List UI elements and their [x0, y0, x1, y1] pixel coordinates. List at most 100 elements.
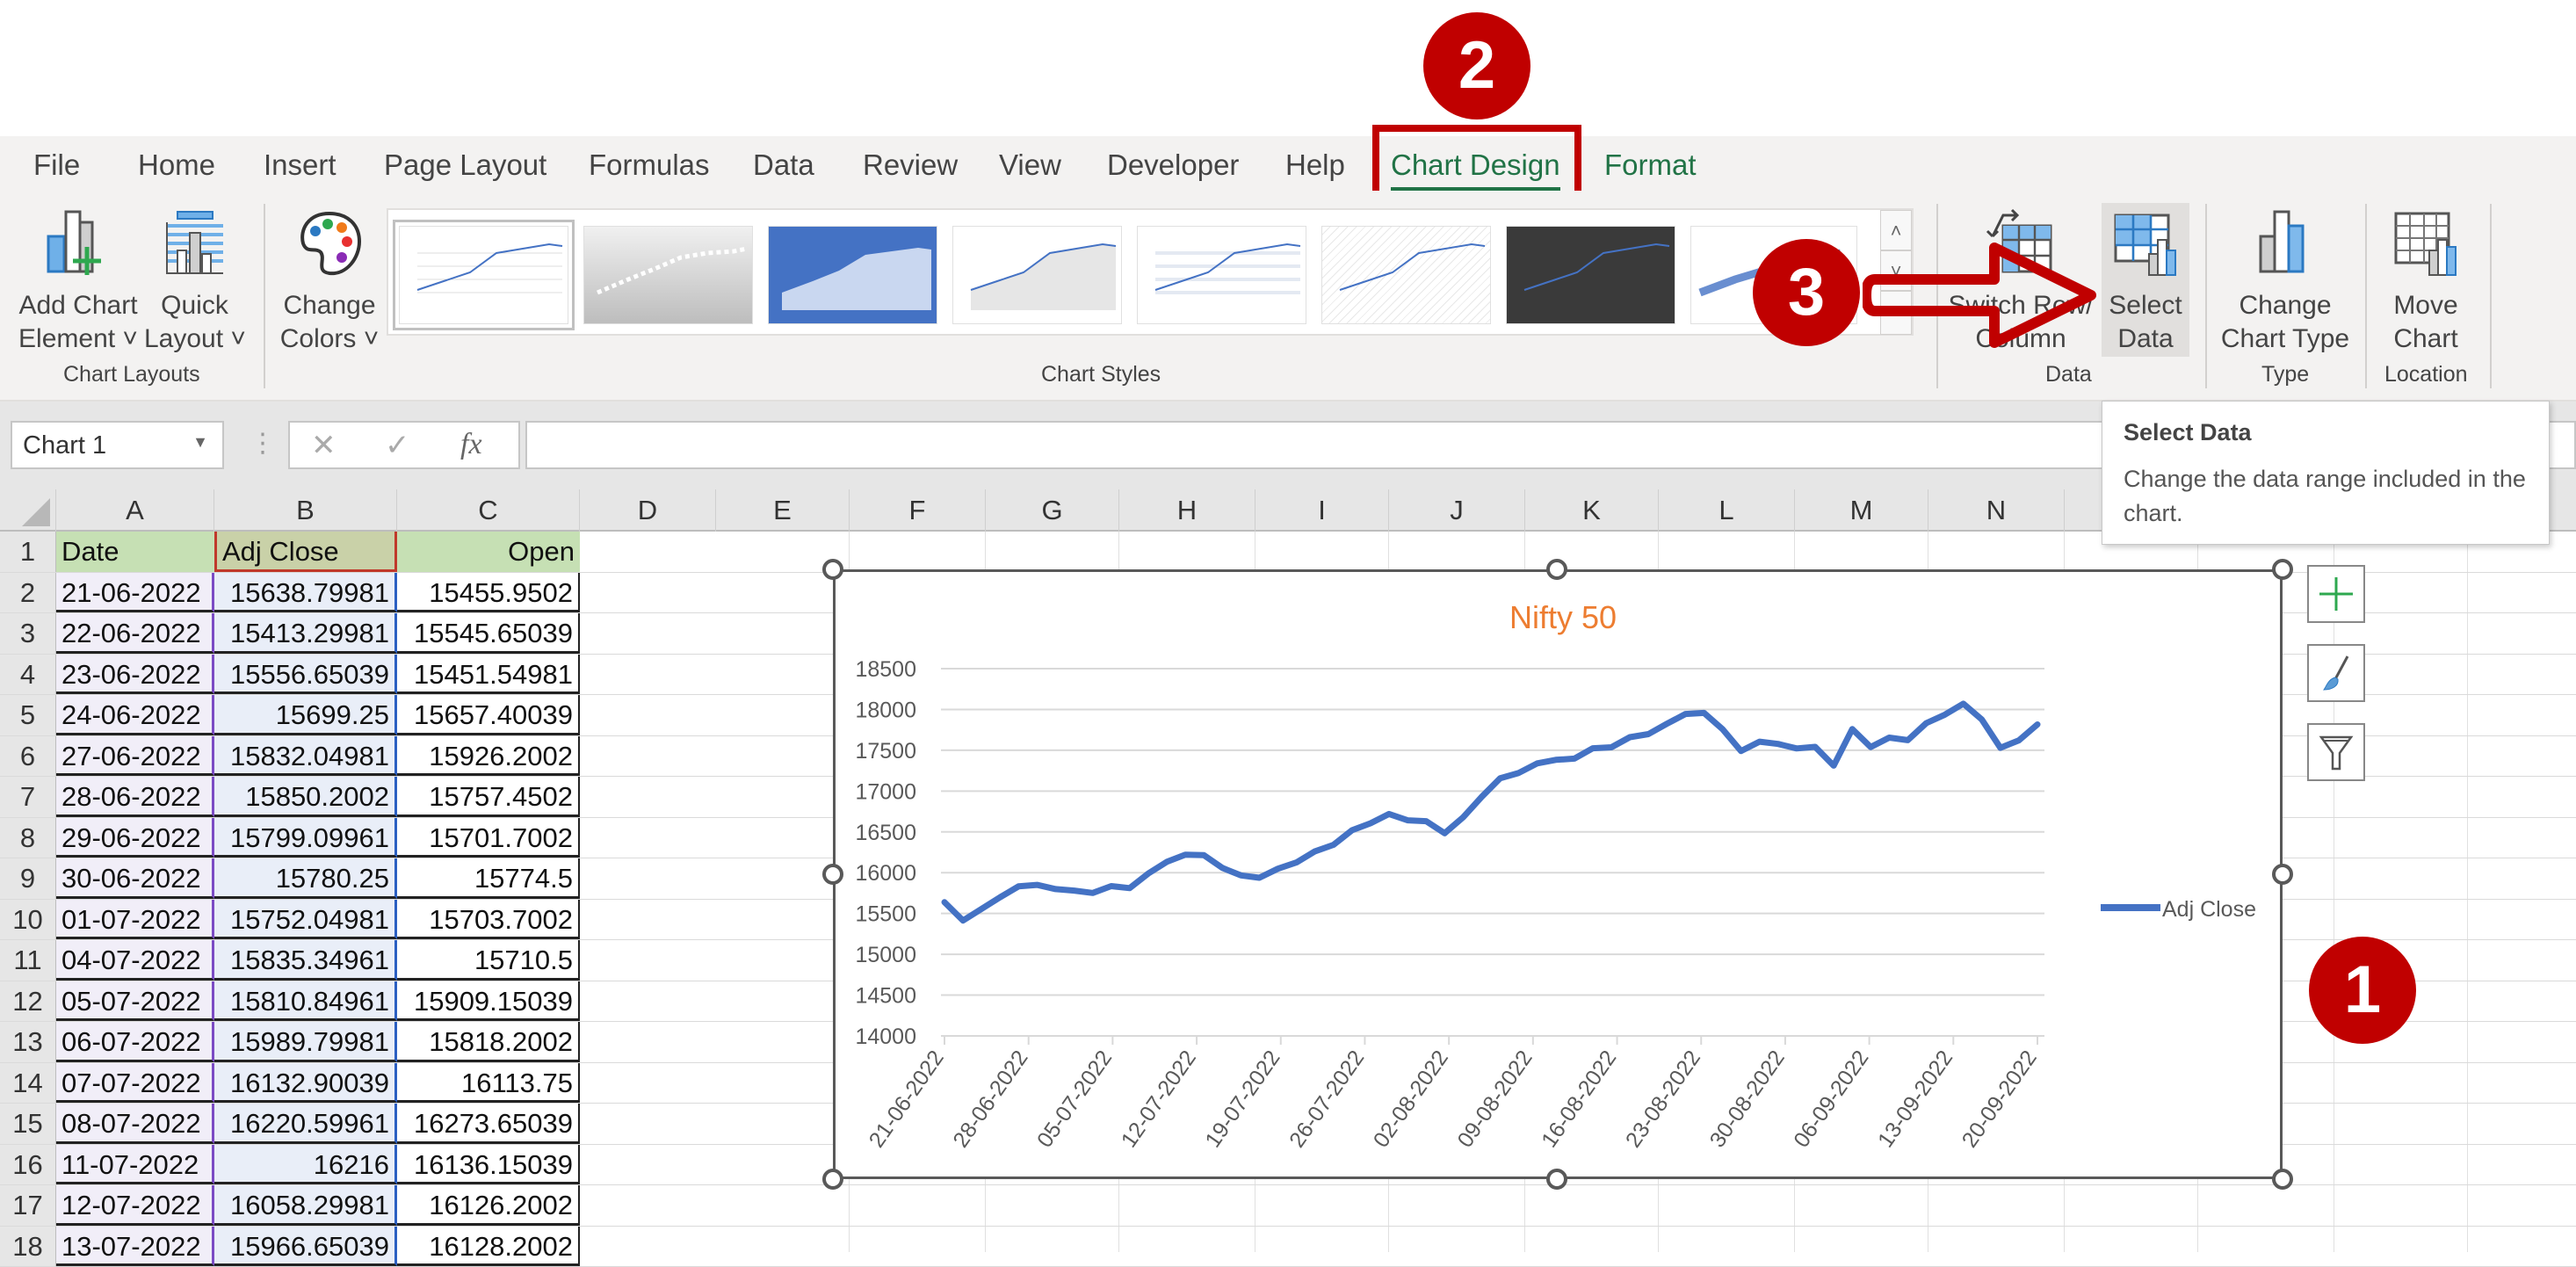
column-header-b[interactable]: B — [214, 489, 397, 532]
row-header[interactable]: 12 — [0, 981, 56, 1022]
row-header[interactable]: 1 — [0, 532, 56, 572]
row-header[interactable]: 14 — [0, 1063, 56, 1104]
cell-open[interactable]: 16136.15039 — [397, 1145, 580, 1185]
row-header[interactable]: 15 — [0, 1104, 56, 1144]
change-chart-type-button[interactable]: Change Chart Type — [2210, 208, 2361, 356]
resize-handle-right[interactable] — [2272, 864, 2293, 885]
cell-date[interactable]: 22-06-2022 — [56, 613, 214, 654]
cell-date[interactable]: 13-07-2022 — [56, 1227, 214, 1267]
name-box[interactable]: Chart 1 ▼ — [11, 421, 224, 469]
cell-open[interactable]: 15701.7002 — [397, 818, 580, 858]
chart-style-3[interactable] — [768, 226, 937, 324]
cell-open[interactable]: 15774.5 — [397, 858, 580, 899]
cell-adj-close[interactable]: 15810.84961 — [214, 981, 397, 1022]
cell-open[interactable]: 15703.7002 — [397, 900, 580, 940]
select-data-button[interactable]: Select Data — [2102, 208, 2189, 356]
cell-open[interactable]: 15757.4502 — [397, 777, 580, 817]
cell-date[interactable]: 21-06-2022 — [56, 573, 214, 613]
cell-date[interactable]: 01-07-2022 — [56, 900, 214, 940]
series-line-adj-close[interactable] — [944, 704, 2037, 921]
column-header-a[interactable]: A — [56, 489, 214, 532]
cancel-icon[interactable]: ✕ — [311, 428, 336, 463]
row-header[interactable]: 8 — [0, 818, 56, 858]
cell-open[interactable]: 15909.15039 — [397, 981, 580, 1022]
row-header[interactable]: 11 — [0, 940, 56, 981]
cell-date[interactable]: 05-07-2022 — [56, 981, 214, 1022]
resize-handle-bottom[interactable] — [1546, 1169, 1567, 1190]
cell-adj-close[interactable]: 15850.2002 — [214, 777, 397, 817]
cell-date[interactable]: 06-07-2022 — [56, 1022, 214, 1062]
column-header-e[interactable]: E — [716, 489, 850, 532]
cell-adj-close[interactable]: 16058.29981 — [214, 1185, 397, 1226]
cell-open[interactable]: 15926.2002 — [397, 736, 580, 777]
column-header-m[interactable]: M — [1795, 489, 1928, 532]
cell-adj-close[interactable]: 15966.65039 — [214, 1227, 397, 1267]
row-header[interactable]: 4 — [0, 655, 56, 695]
cell-date[interactable]: 08-07-2022 — [56, 1104, 214, 1144]
select-all-corner[interactable] — [0, 489, 56, 532]
chart-legend[interactable]: Adj Close — [2101, 897, 2256, 922]
row-header[interactable]: 7 — [0, 777, 56, 817]
resize-handle-left[interactable] — [822, 864, 843, 885]
resize-handle-top[interactable] — [1546, 559, 1567, 580]
chart-style-7[interactable] — [1506, 226, 1675, 324]
row-header[interactable]: 13 — [0, 1022, 56, 1062]
cell-adj-close[interactable]: 15780.25 — [214, 858, 397, 899]
chart-style-5[interactable] — [1137, 226, 1306, 324]
column-header-h[interactable]: H — [1119, 489, 1255, 532]
cell-adj-close[interactable]: 16216 — [214, 1145, 397, 1185]
column-header-g[interactable]: G — [986, 489, 1119, 532]
cell-date[interactable]: 12-07-2022 — [56, 1185, 214, 1226]
enter-icon[interactable]: ✓ — [385, 428, 410, 463]
cell-adj-close[interactable]: 15799.09961 — [214, 818, 397, 858]
cell-date[interactable]: 07-07-2022 — [56, 1063, 214, 1104]
column-header-i[interactable]: I — [1255, 489, 1389, 532]
cell-open[interactable]: 15710.5 — [397, 940, 580, 981]
resize-handle-top-right[interactable] — [2272, 559, 2293, 580]
tab-format[interactable]: Format — [1604, 148, 1697, 182]
chart-filters-button[interactable] — [2307, 723, 2365, 781]
tab-view[interactable]: View — [999, 148, 1061, 182]
row-header[interactable]: 10 — [0, 900, 56, 940]
cell-open[interactable]: 16273.65039 — [397, 1104, 580, 1144]
resize-handle-top-left[interactable] — [822, 559, 843, 580]
tab-file[interactable]: File — [33, 148, 80, 182]
tab-page-layout[interactable]: Page Layout — [384, 148, 546, 182]
cell-date[interactable]: 29-06-2022 — [56, 818, 214, 858]
cell-adj-close[interactable]: 16220.59961 — [214, 1104, 397, 1144]
header-cell-adj-close[interactable]: Adj Close — [214, 532, 397, 572]
row-header[interactable]: 9 — [0, 858, 56, 899]
tab-home[interactable]: Home — [138, 148, 215, 182]
chart-title[interactable]: Nifty 50 — [1509, 599, 1617, 635]
tab-developer[interactable]: Developer — [1107, 148, 1239, 182]
cell-date[interactable]: 30-06-2022 — [56, 858, 214, 899]
header-cell-date[interactable]: Date — [56, 532, 214, 572]
chart-style-2[interactable] — [583, 226, 753, 324]
cell-date[interactable]: 28-06-2022 — [56, 777, 214, 817]
resize-handle-bottom-left[interactable] — [822, 1169, 843, 1190]
cell-date[interactable]: 23-06-2022 — [56, 655, 214, 695]
cell-date[interactable]: 27-06-2022 — [56, 736, 214, 777]
name-box-dropdown-icon[interactable]: ▼ — [192, 433, 208, 452]
chart-style-6[interactable] — [1321, 226, 1491, 324]
cell-open[interactable]: 15545.65039 — [397, 613, 580, 654]
tab-formulas[interactable]: Formulas — [589, 148, 710, 182]
cell-date[interactable]: 04-07-2022 — [56, 940, 214, 981]
chart-elements-button[interactable] — [2307, 565, 2365, 623]
cell-adj-close[interactable]: 15556.65039 — [214, 655, 397, 695]
cell-date[interactable]: 24-06-2022 — [56, 695, 214, 735]
cell-open[interactable]: 15818.2002 — [397, 1022, 580, 1062]
cell-adj-close[interactable]: 15832.04981 — [214, 736, 397, 777]
cell-date[interactable]: 11-07-2022 — [56, 1145, 214, 1185]
cell-open[interactable]: 16128.2002 — [397, 1227, 580, 1267]
column-header-k[interactable]: K — [1525, 489, 1659, 532]
cell-open[interactable]: 15657.40039 — [397, 695, 580, 735]
chart-style-1[interactable] — [399, 226, 568, 324]
cell-open[interactable]: 15455.9502 — [397, 573, 580, 613]
tab-review[interactable]: Review — [863, 148, 958, 182]
column-header-l[interactable]: L — [1659, 489, 1795, 532]
cell-adj-close[interactable]: 15752.04981 — [214, 900, 397, 940]
quick-layout-button[interactable]: Quick Layout ˅ — [144, 208, 245, 356]
header-cell-open[interactable]: Open — [397, 532, 580, 572]
row-header[interactable]: 16 — [0, 1145, 56, 1185]
